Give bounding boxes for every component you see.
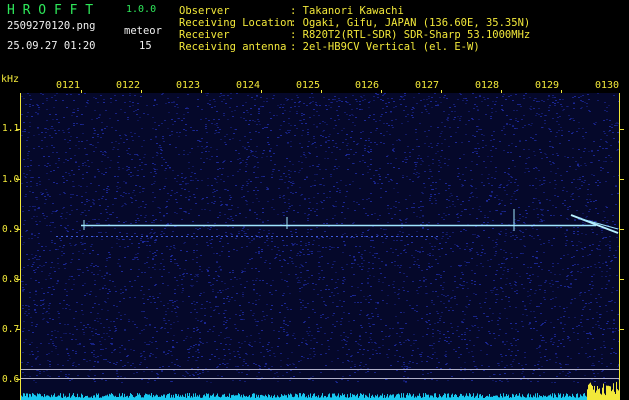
spectrogram-plot [21, 93, 619, 400]
spectrogram-canvas [21, 93, 619, 400]
spectrogram-background [21, 93, 619, 400]
hrofft-spectrogram-window: H R O F F T 1.0.0 2509270120.png meteor … [0, 0, 629, 400]
